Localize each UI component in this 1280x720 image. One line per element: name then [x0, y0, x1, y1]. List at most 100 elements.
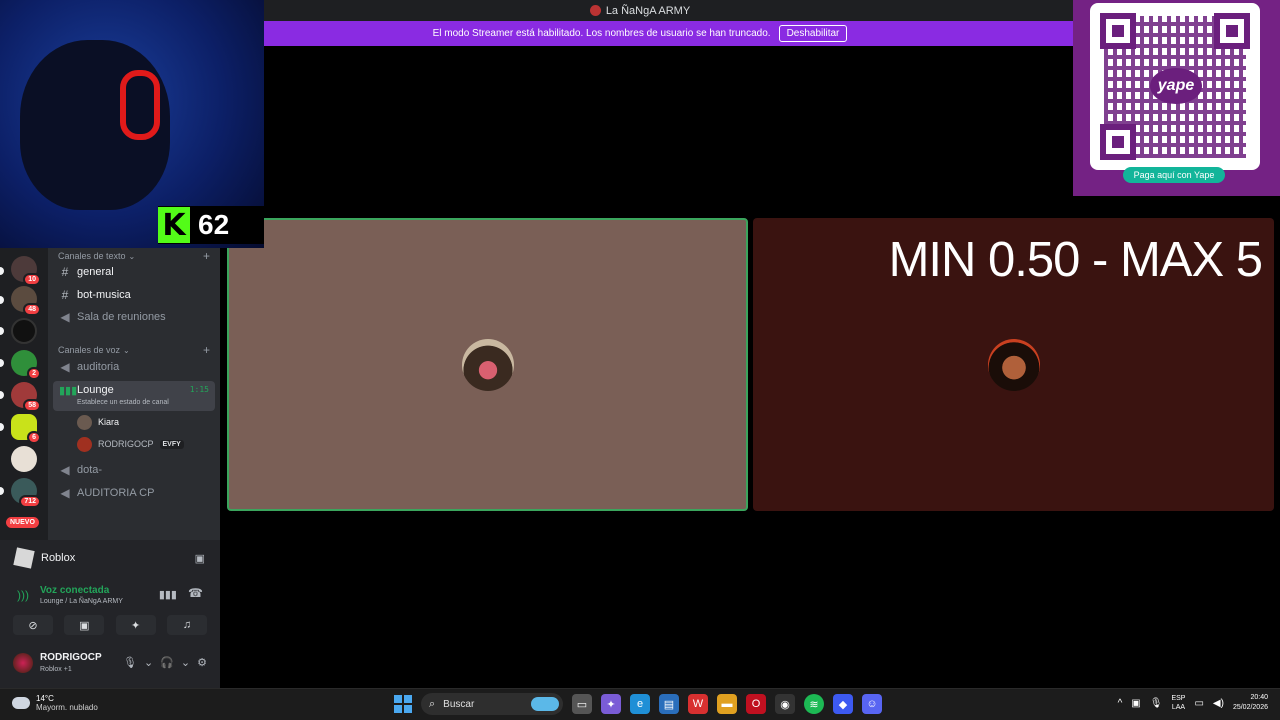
channel-label: auditoria — [77, 361, 120, 373]
volume-icon[interactable]: ◀) — [1213, 698, 1224, 709]
camera-off-icon[interactable]: ⊘ — [13, 615, 53, 635]
folder-icon[interactable]: ▬ — [717, 694, 737, 714]
spotify-icon[interactable]: ≋ — [804, 694, 824, 714]
avatar — [77, 436, 92, 452]
avatar[interactable] — [13, 653, 33, 673]
video-tile-kiara[interactable] — [227, 218, 748, 511]
discord-icon[interactable]: ☺ — [862, 694, 882, 714]
new-badge: NUEVO — [6, 517, 39, 528]
voice-location-link[interactable]: Lounge / La ÑaNgA ARMY — [40, 598, 123, 605]
clock[interactable]: 20:40 25/02/2026 — [1233, 693, 1268, 713]
voice-activity-icon: ▮▮▮ — [59, 385, 78, 397]
weather-widget[interactable]: 14°C Mayorm. nublado — [12, 694, 98, 712]
stream-activity-icon[interactable]: ▣ — [195, 552, 205, 565]
channel-dota[interactable]: ◀ dota- — [56, 460, 214, 480]
voice-user-rodrigocp[interactable]: RODRIGOCP EVFY — [77, 435, 184, 453]
current-activity[interactable]: Roblox ▣ — [5, 543, 215, 573]
unread-pip — [0, 391, 4, 399]
chevron-down-icon: ⌄ — [123, 345, 130, 355]
taskbar-search[interactable]: ⌕ Buscar — [421, 693, 563, 715]
voice-user-name: Kiara — [98, 417, 120, 427]
edge-icon[interactable]: e — [630, 694, 650, 714]
input-language[interactable]: ESP LAA — [1171, 694, 1185, 712]
server-icon-2[interactable]: 48 — [11, 286, 41, 316]
weather-condition: Mayorm. nublado — [36, 703, 98, 712]
mention-badge: 10 — [23, 273, 41, 286]
voice-user-kiara[interactable]: Kiara — [77, 413, 119, 431]
unread-pip — [0, 487, 4, 495]
roblox-icon — [13, 547, 35, 569]
window-title: La ÑaNgA ARMY — [605, 4, 691, 17]
windows-start-icon[interactable] — [394, 695, 412, 713]
microphone-icon[interactable]: 🎙 — [123, 656, 137, 669]
server-icon-7[interactable] — [11, 446, 37, 472]
channel-sala-de-reuniones[interactable]: ◀ Sala de reuniones — [56, 307, 214, 327]
system-tray: ^ ▣ 🎙 ESP LAA ▭ ◀) 20:40 25/02/2026 — [1118, 693, 1268, 713]
channel-lounge[interactable]: ▮▮▮ Lounge 1:15 Establece un estado de c… — [53, 381, 215, 411]
wps-icon[interactable]: W — [688, 694, 708, 714]
yape-qr-overlay: yape Paga aquí con Yape — [1073, 0, 1280, 196]
disconnect-icon[interactable]: ☎ — [188, 586, 203, 600]
soundboard-icon[interactable]: ♫ — [166, 615, 207, 635]
unread-pip — [0, 296, 4, 304]
chevron-down-icon[interactable]: ⌄ — [181, 656, 190, 669]
cloud-icon — [12, 697, 30, 709]
channel-auditoria-cp[interactable]: ◀ AUDITORIA CP — [56, 483, 214, 503]
task-view-icon[interactable]: ▭ — [572, 694, 592, 714]
banner-message: El modo Streamer está habilitado. Los no… — [432, 28, 771, 39]
channel-label: AUDITORIA CP — [77, 487, 155, 499]
tray-app-icon[interactable]: ▣ — [1131, 698, 1140, 709]
mic-tray-icon[interactable]: 🎙 — [1150, 698, 1163, 709]
webcam-overlay: K 62 — [0, 0, 264, 248]
channel-general[interactable]: # general — [56, 262, 214, 282]
unread-pip — [0, 359, 4, 367]
qr-finder — [1100, 13, 1136, 49]
mention-badge: 48 — [23, 303, 41, 316]
screen-share-icon[interactable]: ▣ — [64, 615, 105, 635]
headphones-icon[interactable]: 🎧 — [160, 656, 174, 669]
unread-pip — [0, 327, 4, 335]
server-rail: 10 48 2 58 6 712 NUEVO — [0, 248, 48, 540]
disable-streamer-mode-button[interactable]: Deshabilitar — [778, 25, 848, 42]
unread-pip — [0, 267, 4, 275]
chevron-down-icon: ⌄ — [128, 251, 136, 261]
server-icon-5[interactable]: 58 — [11, 382, 41, 412]
obs-icon[interactable]: ◉ — [775, 694, 795, 714]
server-icon-3[interactable] — [11, 318, 37, 344]
channel-auditoria[interactable]: ◀ auditoria — [56, 357, 214, 377]
voice-connection: ))) Voz conectada Lounge / La ÑaNgA ARMY… — [5, 581, 215, 611]
server-icon-4[interactable]: 2 — [11, 350, 41, 380]
signal-icon[interactable]: ))) — [17, 588, 29, 602]
channel-label: bot-musica — [77, 289, 131, 301]
channel-bot-musica[interactable]: # bot-musica — [56, 285, 214, 305]
roblox-app-icon[interactable]: ◆ — [833, 694, 853, 714]
gear-icon[interactable]: ⚙ — [197, 656, 207, 669]
copilot-icon[interactable]: ✦ — [601, 694, 621, 714]
store-icon[interactable]: ▤ — [659, 694, 679, 714]
channel-label: Sala de reuniones — [77, 311, 166, 323]
server-icon-6[interactable]: 6 — [11, 414, 41, 444]
category-text-channels[interactable]: Canales de texto ⌄ + — [58, 249, 210, 263]
add-channel-icon[interactable]: + — [203, 343, 210, 357]
account-name[interactable]: RODRIGOCP — [40, 652, 102, 663]
time: 20:40 — [1250, 694, 1268, 701]
call-timer: 1:15 — [189, 385, 209, 394]
network-icon[interactable]: ▭ — [1194, 698, 1203, 709]
server-icon-1[interactable]: 10 — [11, 256, 41, 286]
rodrigocp-avatar — [987, 338, 1040, 391]
hash-icon: # — [61, 265, 69, 279]
video-tile-rodrigocp[interactable]: MIN 0.50 - MAX 5 — [753, 218, 1274, 511]
server-icon-8[interactable]: 712 — [11, 478, 41, 508]
kick-logo-icon: K — [158, 207, 190, 243]
category-voice-channels[interactable]: Canales de voz ⌄ + — [58, 343, 210, 357]
chevron-down-icon[interactable]: ⌄ — [144, 656, 153, 669]
channel-status-prompt[interactable]: Establece un estado de canal — [77, 399, 169, 406]
noise-suppression-icon[interactable]: ▮▮▮ — [159, 588, 177, 601]
activities-icon[interactable]: ✦ — [115, 615, 156, 635]
viewer-count: 62 — [198, 209, 230, 240]
add-channel-icon[interactable]: + — [203, 249, 210, 263]
opera-icon[interactable]: O — [746, 694, 766, 714]
chevron-up-icon[interactable]: ^ — [1118, 698, 1123, 709]
channel-label: Lounge — [77, 384, 114, 396]
mention-badge: 712 — [19, 495, 41, 508]
